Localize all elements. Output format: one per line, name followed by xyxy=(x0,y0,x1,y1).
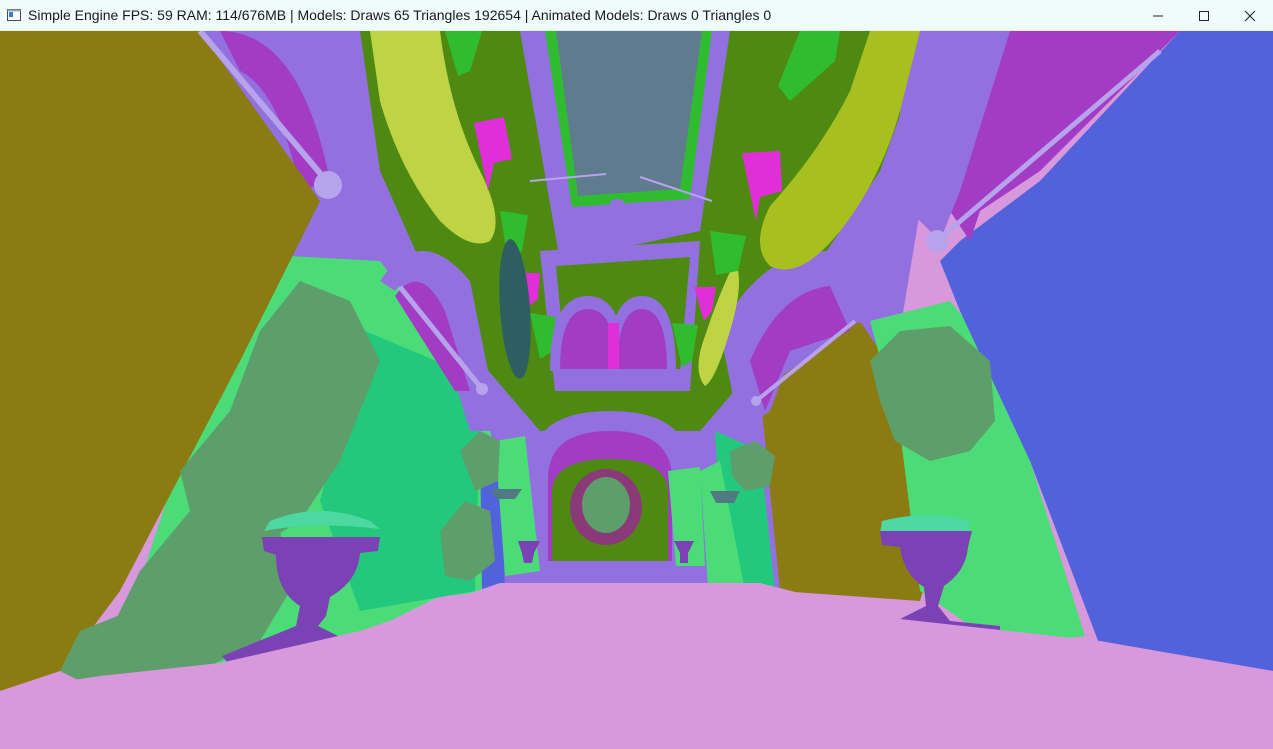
maximize-icon xyxy=(1199,10,1209,21)
maximize-button[interactable] xyxy=(1181,0,1227,31)
minimize-icon xyxy=(1153,15,1163,16)
close-icon xyxy=(1244,10,1256,21)
left-lamp-orb xyxy=(314,171,342,199)
right-lower-orb xyxy=(751,396,761,406)
render-viewport[interactable] xyxy=(0,31,1273,749)
window-controls xyxy=(1135,0,1273,31)
far-wreath-ivy xyxy=(582,477,630,533)
app-window: Simple Engine FPS: 59 RAM: 114/676MB | M… xyxy=(0,0,1273,749)
window-app-icon xyxy=(6,7,22,23)
window-title: Simple Engine FPS: 59 RAM: 114/676MB | M… xyxy=(28,7,772,23)
close-button[interactable] xyxy=(1227,0,1273,31)
rendered-scene xyxy=(0,31,1273,749)
right-lamp-orb xyxy=(926,230,948,252)
inner-arch-base xyxy=(555,369,680,383)
minimize-button[interactable] xyxy=(1135,0,1181,31)
title-bar[interactable]: Simple Engine FPS: 59 RAM: 114/676MB | M… xyxy=(0,0,1273,31)
left-lower-orb xyxy=(476,383,488,395)
skylight-light xyxy=(610,199,624,207)
skylight-glass xyxy=(556,31,702,196)
